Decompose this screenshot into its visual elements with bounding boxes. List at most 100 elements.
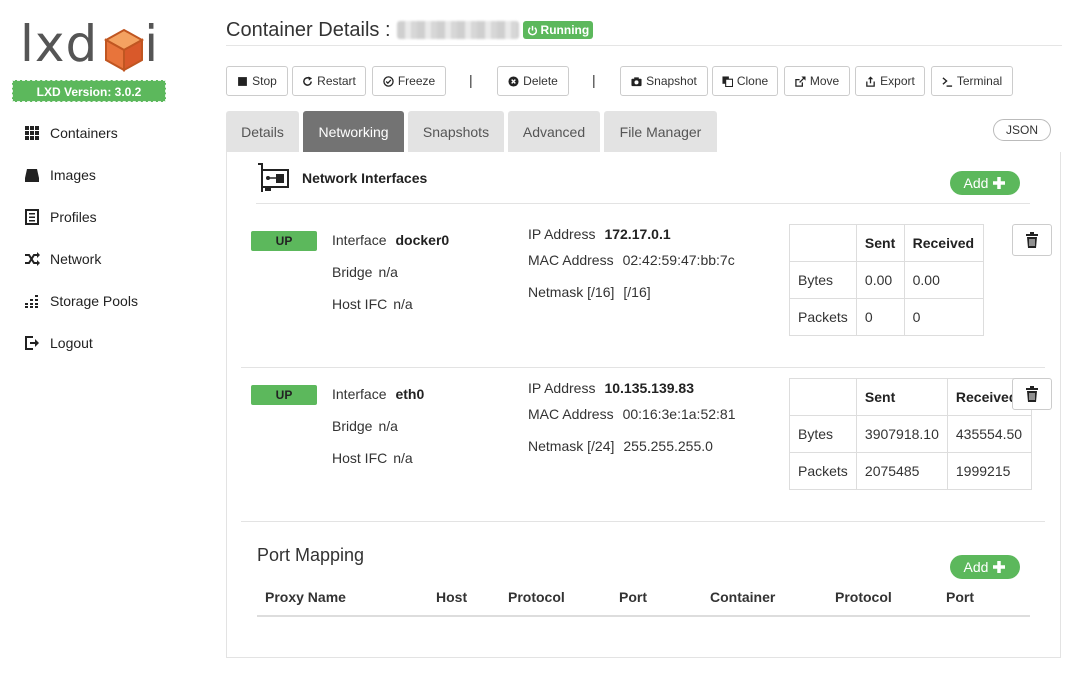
tab-advanced[interactable]: Advanced (508, 111, 600, 152)
delete-interface-button[interactable] (1012, 224, 1052, 256)
add-label: Add (963, 559, 989, 575)
sign-out-icon (25, 336, 39, 350)
stop-label: Stop (252, 74, 277, 88)
sidebar-item-label: Logout (50, 335, 93, 351)
host-ifc: Host IFC n/a (332, 296, 413, 312)
hard-drive-icon (25, 169, 39, 182)
restart-label: Restart (317, 74, 356, 88)
host-ifc: Host IFC n/a (332, 450, 413, 466)
sidebar-item-profiles[interactable]: Profiles (24, 196, 138, 238)
add-port-mapping-button[interactable]: Add (950, 555, 1020, 579)
restart-button[interactable]: Restart (292, 66, 366, 96)
network-card-icon (258, 163, 289, 192)
table-cell: 1999215 (946, 452, 1033, 490)
toolbar-separator: | (469, 72, 473, 88)
ip-address: IP Address 10.135.139.83 (528, 380, 694, 396)
bars-icon (25, 295, 38, 308)
external-link-icon (795, 75, 806, 87)
sidebar-item-label: Network (50, 251, 102, 267)
sidebar-item-storage-pools[interactable]: Storage Pools (24, 280, 138, 322)
network-interfaces-header: Network Interfaces (256, 162, 427, 194)
netmask: Netmask [/24] 255.255.255.0 (528, 438, 713, 454)
export-label: Export (880, 74, 915, 88)
snapshot-button[interactable]: Snapshot (620, 66, 708, 96)
table-header (789, 378, 857, 416)
lxdui-logo[interactable]: lxd i (20, 18, 160, 74)
column-header-proxy-name: Proxy Name (265, 589, 346, 605)
terminal-button[interactable]: Terminal (931, 66, 1013, 96)
plus-icon (993, 561, 1006, 573)
sidebar: lxd i LXD Version: 3.0.2 Containers Image… (0, 0, 180, 686)
table-cell: Packets (789, 452, 857, 490)
table-header: Sent (855, 378, 948, 416)
add-interface-button[interactable]: Add (950, 171, 1020, 195)
check-circle-icon (383, 75, 394, 87)
add-label: Add (963, 175, 989, 191)
cube-logo-icon (103, 28, 145, 72)
table-row: Bytes 3907918.10 435554.50 (789, 415, 1033, 453)
sidebar-item-network[interactable]: Network (24, 238, 138, 280)
plus-icon (993, 177, 1006, 189)
table-row: Sent Received (789, 224, 985, 262)
tab-details[interactable]: Details (226, 111, 299, 152)
bridge: Bridge n/a (332, 264, 398, 280)
export-button[interactable]: Export (855, 66, 925, 96)
table-header (789, 224, 857, 262)
table-cell: Bytes (789, 261, 857, 299)
mac-address: MAC Address 02:42:59:47:bb:7c (528, 252, 735, 268)
divider (241, 521, 1045, 522)
status-badge: Running (522, 21, 594, 39)
sidebar-item-label: Containers (50, 125, 118, 141)
table-cell: 0 (855, 298, 905, 336)
table-cell: Packets (789, 298, 857, 336)
divider (241, 367, 1045, 368)
table-row: Sent Received (789, 378, 1033, 416)
redacted-container-name (396, 21, 519, 39)
stop-icon (238, 76, 248, 86)
sidebar-item-logout[interactable]: Logout (24, 322, 138, 364)
tab-snapshots[interactable]: Snapshots (408, 111, 504, 152)
interface-state-badge: UP (251, 385, 317, 405)
freeze-label: Freeze (397, 74, 436, 88)
table-row: Packets 2075485 1999215 (789, 452, 1033, 490)
table-cell: 0.00 (903, 261, 985, 299)
move-button[interactable]: Move (784, 66, 850, 96)
sidebar-item-images[interactable]: Images (24, 154, 138, 196)
column-header-host: Host (436, 589, 468, 605)
table-cell: 2075485 (855, 452, 948, 490)
tab-file-manager[interactable]: File Manager (604, 111, 717, 152)
column-header-container: Container (710, 589, 776, 605)
delete-interface-button[interactable] (1012, 378, 1052, 410)
sidebar-item-containers[interactable]: Containers (24, 112, 138, 154)
column-header-port: Port (619, 589, 647, 605)
json-button[interactable]: JSON (993, 119, 1051, 141)
mac-address: MAC Address 00:16:3e:1a:52:81 (528, 406, 736, 422)
move-label: Move (809, 74, 840, 88)
clone-label: Clone (736, 74, 769, 88)
lxd-version-badge: LXD Version: 3.0.2 (12, 80, 166, 102)
freeze-button[interactable]: Freeze (372, 66, 446, 96)
table-row: Packets 0 0 (789, 298, 985, 336)
divider (256, 203, 1030, 204)
page-header: Container Details : Running (226, 14, 594, 46)
interface-state-badge: UP (251, 231, 317, 251)
interface-name: Interface docker0 (332, 232, 450, 248)
table-cell: 0.00 (855, 261, 905, 299)
delete-button[interactable]: Delete (497, 66, 569, 96)
sidebar-item-label: Images (50, 167, 96, 183)
ip-address: IP Address 172.17.0.1 (528, 226, 671, 242)
interface-stats-table: Sent Received Bytes 0.00 0.00 Packets 0 … (789, 224, 985, 336)
table-cell: Bytes (789, 415, 857, 453)
column-header-container-protocol: Protocol (835, 589, 892, 605)
delete-label: Delete (523, 74, 558, 88)
clone-button[interactable]: Clone (712, 66, 778, 96)
tab-networking[interactable]: Networking (303, 111, 404, 152)
stop-button[interactable]: Stop (226, 66, 288, 96)
status-text: Running (540, 23, 590, 37)
table-row: Bytes 0.00 0.00 (789, 261, 985, 299)
table-header: Received (903, 224, 985, 262)
snapshot-label: Snapshot (646, 74, 697, 88)
power-icon (527, 25, 537, 35)
copy-icon (722, 75, 733, 87)
section-title: Network Interfaces (302, 170, 428, 186)
